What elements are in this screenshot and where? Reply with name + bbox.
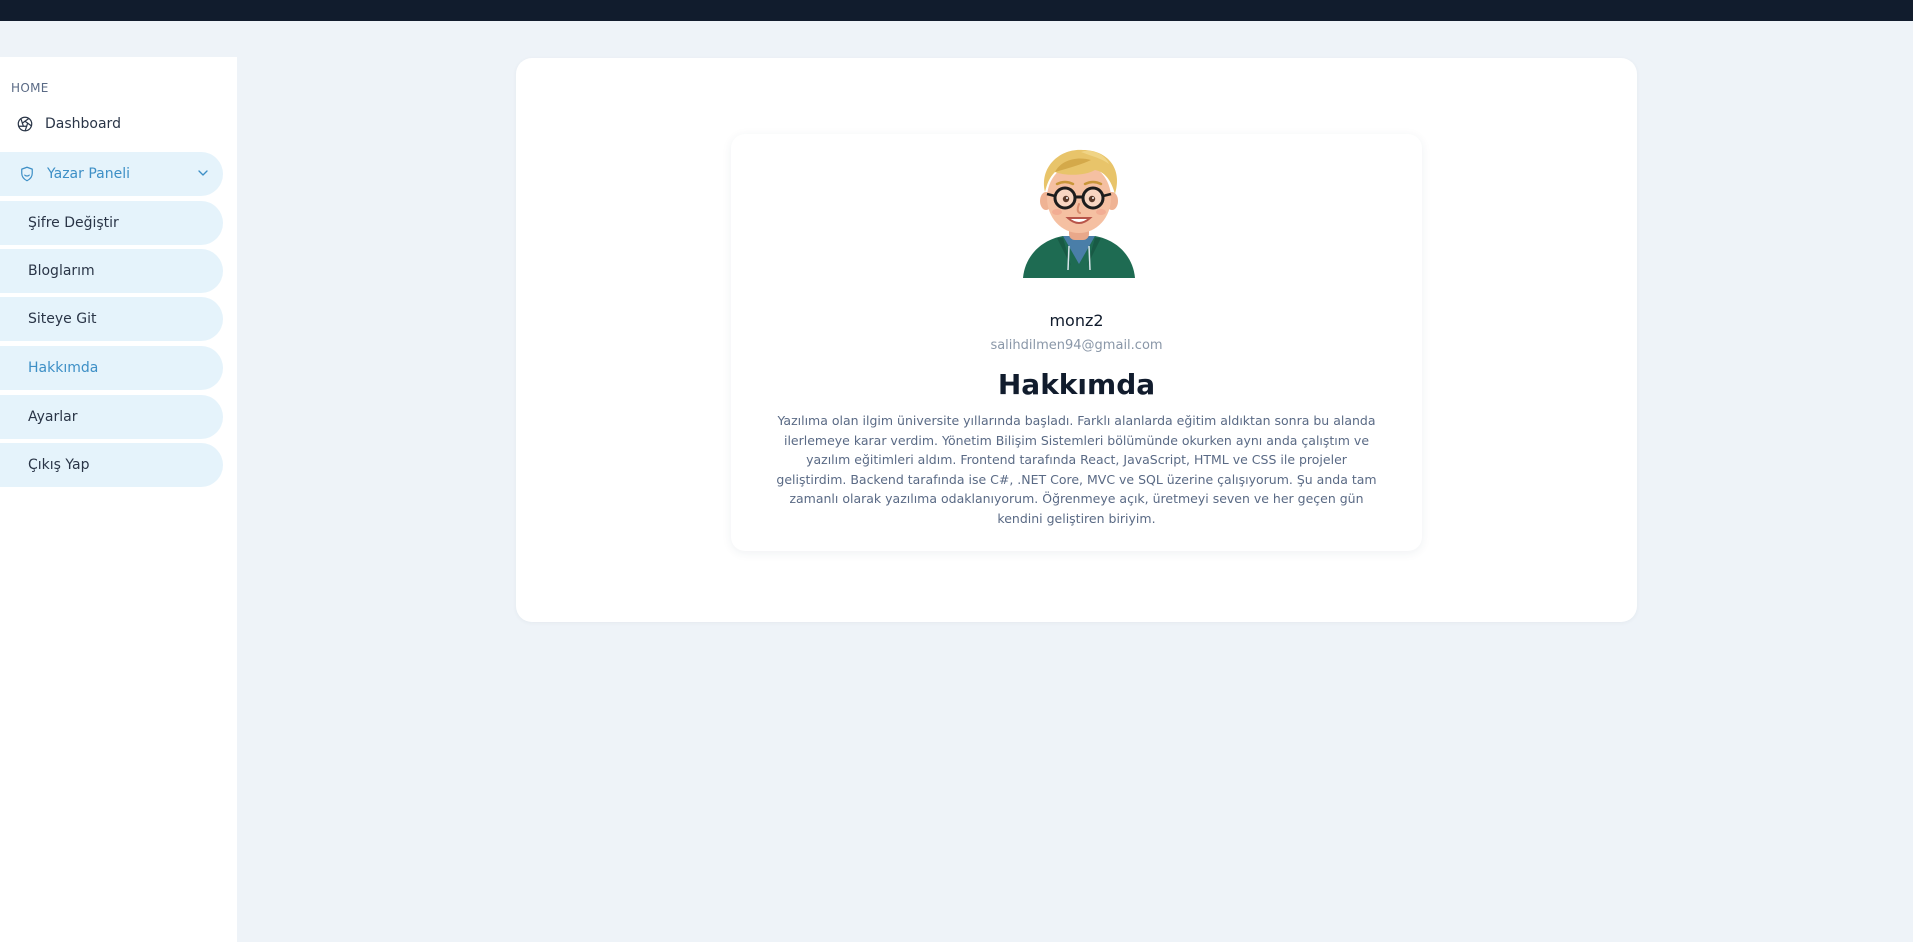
aperture-icon	[16, 115, 34, 133]
sidebar-item-label: Ayarlar	[28, 409, 78, 425]
avatar	[1021, 146, 1137, 282]
top-header-bar	[0, 0, 1913, 21]
about-heading: Hakkımda	[997, 368, 1156, 401]
sidebar: HOME Dashboard Yazar Paneli Şifre Değişt…	[0, 57, 237, 942]
sidebar-section-caption: HOME	[11, 81, 49, 95]
sidebar-item-dashboard[interactable]: Dashboard	[0, 102, 223, 146]
sidebar-item-label: Hakkımda	[28, 360, 99, 376]
sidebar-item-ayarlar[interactable]: Ayarlar	[0, 395, 223, 439]
profile-email: salihdilmen94@gmail.com	[990, 338, 1163, 353]
chevron-down-icon[interactable]	[195, 165, 211, 181]
user-shield-icon	[18, 165, 36, 183]
sidebar-item-yazar-paneli[interactable]: Yazar Paneli	[0, 152, 223, 196]
sidebar-item-bloglarim[interactable]: Bloglarım	[0, 249, 223, 293]
profile-card: monz2 salihdilmen94@gmail.com Hakkımda Y…	[731, 134, 1422, 551]
sidebar-item-label: Yazar Paneli	[47, 166, 130, 182]
sidebar-item-siteye-git[interactable]: Siteye Git	[0, 297, 223, 341]
about-bio: Yazılıma olan ilgim üniversite yıllarınd…	[776, 413, 1377, 526]
sidebar-item-label: Siteye Git	[28, 311, 97, 327]
profile-username: monz2	[1049, 311, 1104, 330]
sidebar-item-label: Dashboard	[45, 116, 121, 132]
sidebar-item-sifre-degistir[interactable]: Şifre Değiştir	[0, 201, 223, 245]
sidebar-item-label: Çıkış Yap	[28, 457, 90, 473]
content-card: monz2 salihdilmen94@gmail.com Hakkımda Y…	[516, 58, 1637, 622]
sidebar-item-label: Şifre Değiştir	[28, 215, 119, 231]
sidebar-item-cikis-yap[interactable]: Çıkış Yap	[0, 443, 223, 487]
sidebar-item-label: Bloglarım	[28, 263, 95, 279]
sidebar-item-hakkimda[interactable]: Hakkımda	[0, 346, 223, 390]
